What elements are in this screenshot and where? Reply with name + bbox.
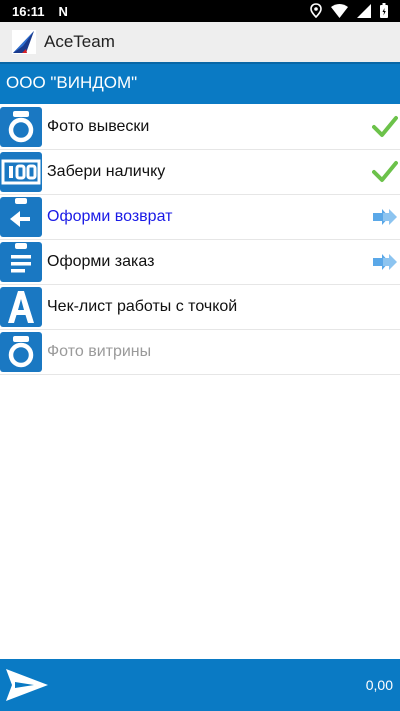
checkmark-icon (372, 116, 398, 137)
double-arrow-icon (373, 209, 397, 225)
order-clipboard-icon (0, 242, 42, 282)
letter-a-icon (0, 287, 42, 327)
checkmark-icon (372, 161, 398, 182)
camera-icon (0, 107, 42, 147)
aceteam-logo-icon (12, 30, 36, 54)
company-header[interactable]: ООО "ВИНДОМ" (0, 62, 400, 104)
task-list: Фото вывески Забери наличку Оформи возвр… (0, 105, 400, 375)
location-icon (310, 3, 322, 18)
send-icon[interactable] (4, 665, 50, 705)
task-item-photo-sign[interactable]: Фото вывески (0, 105, 400, 150)
cash-icon (0, 152, 42, 192)
task-label: Оформи возврат (47, 208, 173, 225)
return-clipboard-icon (0, 197, 42, 237)
status-icons (310, 3, 388, 18)
task-item-return[interactable]: Оформи возврат (0, 195, 400, 240)
app-bar: AceTeam (0, 22, 400, 62)
double-arrow-icon (373, 254, 397, 270)
wifi-icon (331, 3, 348, 18)
total-value: 0,00 (365, 677, 393, 693)
app-title: AceTeam (44, 32, 115, 51)
task-item-checklist[interactable]: Чек-лист работы с точкой (0, 285, 400, 330)
bottom-bar: 0,00 (0, 659, 400, 711)
battery-icon (380, 3, 388, 18)
task-label: Фото витрины (47, 343, 152, 360)
task-item-photo-showcase[interactable]: Фото витрины (0, 330, 400, 375)
signal-icon (357, 3, 371, 18)
task-label: Фото вывески (47, 118, 150, 135)
status-bar: 16:11 N (0, 0, 400, 22)
company-name: ООО "ВИНДОМ" (6, 73, 138, 92)
task-label: Забери наличку (47, 163, 166, 180)
task-label: Оформи заказ (47, 253, 155, 270)
camera-icon (0, 332, 42, 372)
task-item-order[interactable]: Оформи заказ (0, 240, 400, 285)
status-time: 16:11 (12, 3, 45, 19)
task-label: Чек-лист работы с точкой (47, 298, 238, 315)
notification-indicator: N (58, 3, 68, 19)
task-item-collect-cash[interactable]: Забери наличку (0, 150, 400, 195)
